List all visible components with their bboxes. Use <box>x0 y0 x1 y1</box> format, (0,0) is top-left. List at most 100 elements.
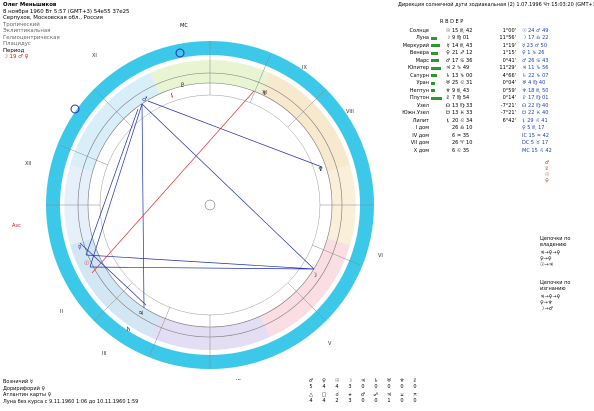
house-iii-label: III <box>102 351 106 357</box>
planet-directed: ♀ 1 ♑ 26 <box>522 50 545 57</box>
planet-glyph: ☽ <box>445 35 451 42</box>
planet-row[interactable]: Плутон ♇ 7 ♍ 54 0°14' ♇ 17 ♍ 01 <box>388 95 593 103</box>
grid-value: 0 <box>413 384 417 390</box>
planet-glyph: ☿ <box>446 42 450 49</box>
planet-row[interactable]: Солнце ☉ 15 ♏ 42 1°00' ☉ 24 ♂ 49 <box>388 27 593 35</box>
planet-position: 20 ♌ 34 <box>452 117 473 124</box>
grid-value: 0 <box>361 398 365 404</box>
planet-row[interactable]: X дом 6 ♌ 35 MC 15 ♌ 42 <box>388 147 593 155</box>
planet-speed: 0°41' <box>502 57 516 64</box>
planet-name: IV дом <box>412 132 429 139</box>
chains-panel: Цепочки по владению ♃→♀→♀ ♀→♀ ☉→♃ Цепочк… <box>540 236 594 312</box>
saturn-glyph: ♄ <box>126 326 131 333</box>
planet-row[interactable]: Сатурн ♄ 13 ♑ 00 4°66' ♄ 22 ♑ 07 <box>388 72 593 80</box>
planet-name: Венера <box>409 50 429 57</box>
planet-speed: -7°21' <box>500 110 516 117</box>
planet-directed: ♂ 26 ♋ 43 <box>522 57 549 64</box>
planet-row[interactable]: Венера ♀ 21 ♐ 12 1°15' ♀ 1 ♑ 26 <box>388 50 593 58</box>
planet-strength-bar <box>431 44 442 48</box>
direction-subtitle: Дирекция солнечной дуги зодиакальная (2)… <box>398 2 594 8</box>
planet-row[interactable]: Уран ♅ 25 ♌ 31 0°04' ♅ 4 ♍ 40 <box>388 80 593 88</box>
grid-value: 0 <box>400 384 404 390</box>
planet-directed: ♀ 5 ♏ 17 <box>522 125 545 132</box>
planet-row[interactable]: VII дом 26 ♈ 10 DC 5 ♉ 17 <box>388 140 593 148</box>
planet-position: 15 ♏ 42 <box>452 27 473 34</box>
grid-value: 0 <box>400 398 404 404</box>
planet-row[interactable]: Узел ☊ 13 ♍ 33 -7°21' ☊ 22 ♍ 40 <box>388 102 593 110</box>
grid-value: 5 <box>309 384 313 390</box>
planet-strength-bar <box>431 81 442 85</box>
grid-value: 4 <box>309 398 313 404</box>
planet-name: Луна <box>415 35 429 42</box>
pluto-glyph: ♇ <box>180 82 185 89</box>
grid-value: 2 <box>335 398 339 404</box>
mars-glyph: ♂ <box>142 96 147 103</box>
planet-glyph: ☋ <box>445 110 451 117</box>
grid-value: 0 <box>413 398 417 404</box>
planet-name: VII дом <box>410 140 429 147</box>
planet-row[interactable]: Марс ♂ 17 ♋ 36 0°41' ♂ 26 ♋ 43 <box>388 57 593 65</box>
planet-position: 26 ♎ 10 <box>452 125 473 132</box>
planet-row[interactable]: Юпитер ♃ 2 ♑ 49 11°29' ♃ 11 ♑ 56 <box>388 65 593 73</box>
planet-position: 26 ♈ 10 <box>452 140 473 147</box>
planet-table-header: R B D E P <box>440 19 464 25</box>
planet-row[interactable]: I дом 26 ♎ 10 ♀ 5 ♏ 17 <box>388 125 593 133</box>
planet-directed: ☉ 24 ♂ 49 <box>522 27 549 34</box>
planet-directed: IC 15 ♒ 42 <box>522 132 549 139</box>
jupiter-glyph: ♃ <box>138 310 143 317</box>
planet-glyph: ⚸ <box>446 117 450 124</box>
planet-position: 2 ♑ 49 <box>452 65 470 72</box>
planet-glyph: ♀ <box>446 50 450 57</box>
planet-strength-bar <box>431 96 442 100</box>
planet-speed: 0°14' <box>502 95 516 102</box>
planet-row[interactable]: Меркурий ☿ 14 ♏ 43 1°19' ☿ 23 ♂ 50 <box>388 42 593 50</box>
grid-value: 0 <box>374 398 378 404</box>
sun-glyph: ☉ <box>84 260 89 267</box>
planet-position: 14 ♏ 43 <box>452 42 473 49</box>
planet-name: Меркурий <box>402 42 429 49</box>
planet-strength-bar <box>431 89 442 93</box>
note-line-4: Луна без курса с 9.11.1960 1:06 до 10.11… <box>3 398 139 405</box>
house-viii-label: VIII <box>346 109 354 115</box>
natal-wheel[interactable]: Asc MC IC XII XI IX VIII VI II III V ♂ ♅… <box>0 20 390 380</box>
grid-value: 4 <box>322 384 326 390</box>
planet-glyph: ♂ <box>445 57 451 64</box>
planet-speed: 1°15' <box>502 50 516 57</box>
planet-directed: ☋ 22 ♓ 40 <box>522 110 549 117</box>
grid-value: 0 <box>361 384 365 390</box>
dispositor-tree: ♂ ♇ ☉ ♀ <box>532 160 562 184</box>
planet-glyph: ☊ <box>445 102 451 109</box>
planet-name: Узел <box>417 102 429 109</box>
planet-row[interactable]: Лилит ⚸ 20 ♌ 34 6°42' ⚸ 29 ♌ 41 <box>388 117 593 125</box>
planet-row[interactable]: Нептун ♆ 9 ♏ 43 0°59' ♆ 18 ♏ 50 <box>388 87 593 95</box>
inner-circle <box>99 94 321 316</box>
planet-position: 9 ♏ 43 <box>452 87 470 94</box>
grid-value: 4 <box>322 398 326 404</box>
grid-value: 0 <box>387 384 391 390</box>
planet-name: Марс <box>415 57 429 64</box>
planet-row[interactable]: Луна ☽ 9 ♍ 01 11°56' ☽ 17 ♎ 22 <box>388 35 593 43</box>
ic-label: IC <box>236 379 241 380</box>
grid-value: 3 <box>348 384 352 390</box>
grid-value: 1 <box>387 398 391 404</box>
planet-name: Плутон <box>409 95 429 102</box>
planet-glyph: ♅ <box>445 80 451 87</box>
planet-speed: 6°42' <box>502 117 516 124</box>
house-ii-label: II <box>60 309 63 315</box>
planet-speed: 11°29' <box>499 65 516 72</box>
planet-directed: ♃ 11 ♑ 56 <box>522 65 549 72</box>
planet-position: 7 ♍ 54 <box>452 95 470 102</box>
mc-label: MC <box>180 23 188 29</box>
planet-row[interactable]: IV дом 6 ♒ 35 IC 15 ♒ 42 <box>388 132 593 140</box>
planet-name: Юпитер <box>407 65 429 72</box>
planet-row[interactable]: Южн.Узел ☋ 13 ♓ 33 -7°21' ☋ 22 ♓ 40 <box>388 110 593 118</box>
planet-speed: 11°56' <box>499 35 516 42</box>
planet-name: I дом <box>415 125 429 132</box>
neptune-glyph: ♆ <box>318 166 323 173</box>
asc-label: Asc <box>12 223 21 229</box>
planet-name: Нептун <box>409 87 429 94</box>
planet-position: 9 ♍ 01 <box>452 35 470 42</box>
house-xi-label: XI <box>92 53 97 59</box>
planet-strength-bar <box>431 119 442 122</box>
planet-glyph: ☉ <box>445 27 451 34</box>
